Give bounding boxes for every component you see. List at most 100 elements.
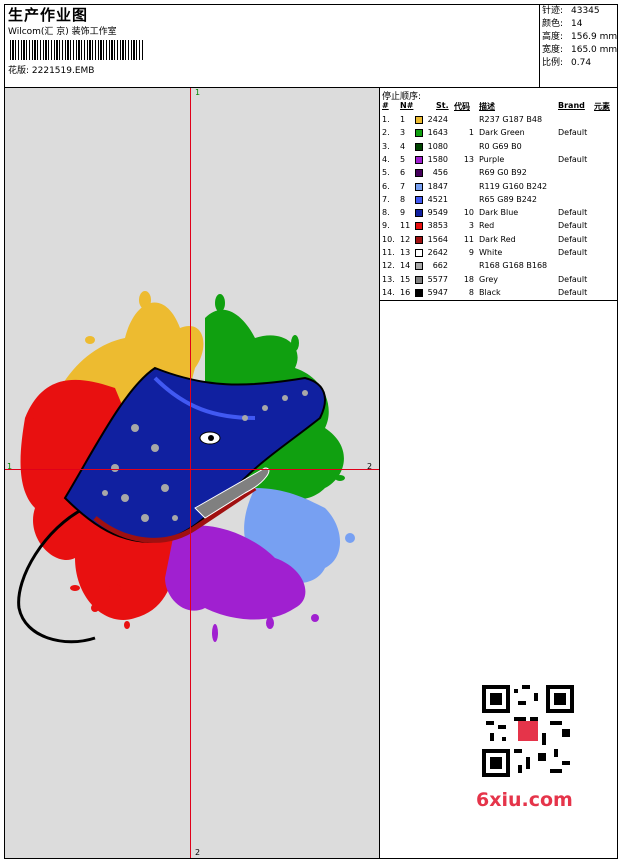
stop-description: Purple [479,154,505,164]
color-swatch [415,209,423,218]
col-header-brand: Brand [558,101,585,110]
stop-stitches: 1643 [427,128,448,138]
stop-needle: 12 [400,234,411,244]
stop-needle: 11 [400,221,411,231]
stop-row: 5. 6 456 R69 G0 B92 [380,168,618,181]
stop-stitches: 2424 [427,115,448,124]
stop-row: 1. 1 2424 R237 G187 B48 [380,115,618,128]
stop-code: 9 [468,248,474,257]
axis-label-left: 1 [7,462,13,471]
stop-stitches: 1847 [427,181,448,191]
color-swatch [415,262,423,271]
stop-row: 13. 15 5577 18 Grey Default [380,275,618,288]
stop-description: R69 G0 B92 [479,168,527,178]
stop-num: 13. [382,274,395,284]
stop-description: Black [479,287,501,297]
stingray-embroidery-image [5,88,379,858]
color-swatch [415,195,423,204]
stop-brand: Default [558,208,588,218]
sheet-header: 生产作业图 Wilcom(汇 京) 装饰工作室 花版: 2221519.EMB [4,4,540,88]
stop-stitches: 456 [432,168,448,178]
stop-brand: Default [558,154,588,164]
stop-code: 13 [463,154,474,164]
stop-brand: Default [558,274,588,284]
stop-row: 7. 8 4521 R65 G89 B242 [380,195,618,208]
stop-needle: 1 [400,115,406,124]
stop-num: 6. [382,181,390,191]
color-swatch [415,169,423,178]
axis-label-bottom: 2 [195,848,201,857]
stop-num: 9. [382,221,390,231]
color-swatch [415,129,423,138]
color-swatch [415,116,423,124]
stop-brand: Default [558,221,588,231]
stop-row: 6. 7 1847 R119 G160 B242 [380,182,618,195]
stop-row: 2. 3 1643 1 Dark Green Default [380,128,618,141]
sheet-title: 生产作业图 [8,6,89,24]
stop-stitches: 1564 [427,234,448,244]
stop-brand: Default [558,128,588,138]
stop-sequence-panel: 停止顺序: # N# St. 代码 描述 Brand 元素 1. 1 2424 R23… [380,88,618,300]
stat-scale: 比例: 0.74 [542,58,592,68]
stop-needle: 16 [400,287,411,297]
col-header-needle: N# [400,101,414,110]
stop-needle: 13 [400,248,411,257]
stop-code: 3 [468,221,474,231]
stop-needle: 5 [400,154,406,164]
stop-stitches: 1080 [427,141,448,151]
color-swatch [415,155,423,164]
stop-needle: 15 [400,274,411,284]
stop-num: 1. [382,115,390,124]
stop-needle: 3 [400,128,406,138]
stop-num: 7. [382,194,390,204]
stop-stitches: 5947 [427,287,448,297]
stop-code: 1 [468,128,474,138]
col-header-num: # [382,101,389,110]
stop-num: 5. [382,168,390,178]
qr-code [482,685,574,777]
stop-needle: 8 [400,194,406,204]
stop-stitches: 5577 [427,274,448,284]
stop-row: 9. 11 3853 3 Red Default [380,221,618,234]
color-swatch [415,249,423,257]
stop-needle: 9 [400,208,406,218]
stop-brand: Default [558,234,588,244]
stop-num: 8. [382,208,390,218]
stop-brand: Default [558,287,588,297]
stop-code: 11 [463,234,474,244]
stop-stitches: 2642 [427,248,448,257]
design-file-label: 花版: 2221519.EMB [8,66,95,76]
stat-colors: 颜色: 14 [542,19,583,29]
stop-num: 11. [382,248,395,257]
stop-needle: 6 [400,168,406,178]
stop-description: R168 G168 B168 [479,261,548,271]
stop-sequence-header: # N# St. 代码 描述 Brand 元素 [380,101,618,113]
stop-num: 10. [382,234,395,244]
stop-num: 3. [382,141,390,151]
stop-num: 4. [382,154,390,164]
barcode [10,40,144,60]
design-stats: 针迹: 43345 颜色: 14 高度: 156.9 mm 宽度: 165.0 mm 比… [542,5,617,70]
stop-stitches: 3853 [427,221,448,231]
stop-code: 10 [463,208,474,218]
design-preview: 1 2 1 2 [5,88,379,858]
stat-height: 高度: 156.9 mm [542,32,618,42]
axis-label-right: 2 [367,462,373,471]
col-header-stitches: St. [436,101,449,110]
stop-needle: 7 [400,181,406,191]
stat-width: 宽度: 165.0 mm [542,45,618,55]
stop-row: 3. 4 1080 R0 G69 B0 [380,142,618,155]
stop-description: Dark Blue [479,208,519,218]
divider [380,300,618,301]
stop-needle: 14 [400,261,411,271]
watermark-logo: 6xiu.com [476,789,573,811]
color-swatch [415,288,423,297]
stop-description: Grey [479,274,498,284]
stop-num: 2. [382,128,390,138]
stop-num: 12. [382,261,395,271]
stop-row: 11. 13 2642 9 White Default [380,248,618,261]
stop-description: R0 G69 B0 [479,141,522,151]
stop-row: 10. 12 1564 11 Dark Red Default [380,235,618,248]
stat-stitches: 针迹: 43345 [542,6,600,16]
stop-stitches: 1580 [427,154,448,164]
